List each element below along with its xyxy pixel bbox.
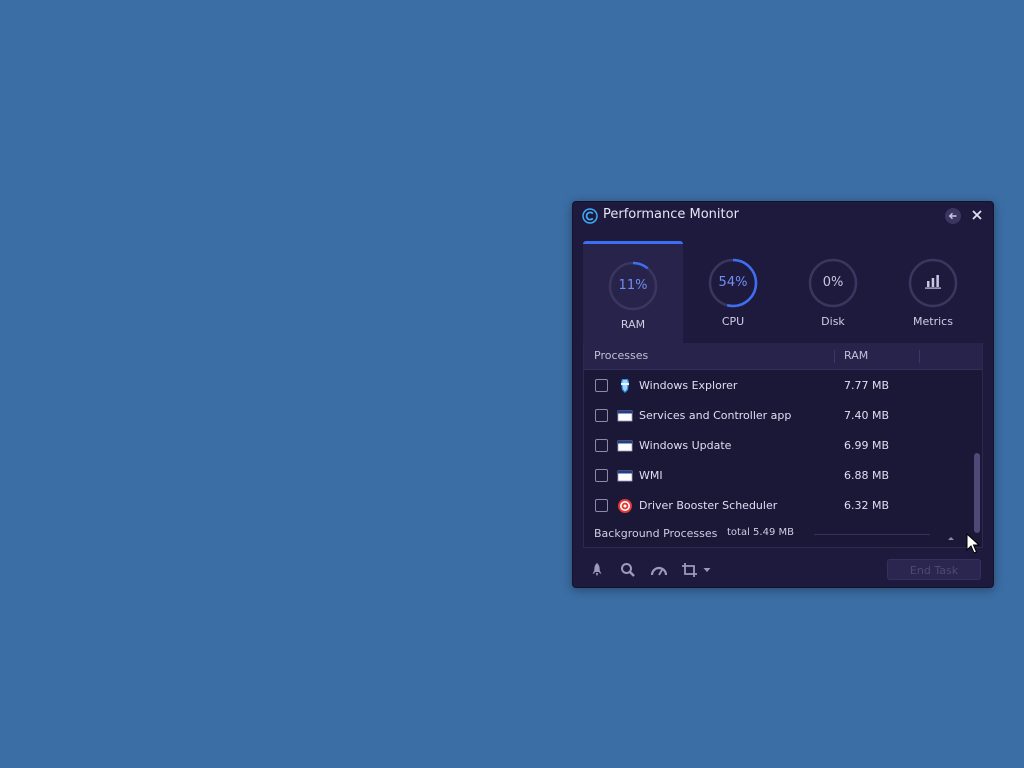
chevron-down-icon[interactable] [701,561,713,579]
process-ram: 6.88 MB [844,469,890,482]
desktop: Performance Monitor 11% RAM 54% CPU 0% D… [0,0,1024,768]
tab-metrics[interactable]: Metrics [883,241,983,343]
process-ram: 6.32 MB [844,499,890,512]
scrollbar-thumb[interactable] [974,453,980,533]
row-checkbox[interactable] [595,379,608,392]
process-ram: 7.77 MB [844,379,890,392]
bottom-toolbar: End Task [573,554,993,587]
end-task-button[interactable]: End Task [887,559,981,580]
close-icon[interactable] [969,207,985,223]
mouse-cursor-icon [966,533,980,554]
column-divider[interactable] [834,350,835,363]
collapse-arrow-icon[interactable] [946,528,956,540]
column-header-ram[interactable]: RAM [844,349,868,362]
tab-ram[interactable]: 11% RAM [583,241,683,343]
process-ram: 7.40 MB [844,409,890,422]
monitor-tabs: 11% RAM 54% CPU 0% Disk Metrics [583,241,983,343]
tab-cpu[interactable]: 54% CPU [683,241,783,343]
tab-disk-label: Disk [821,315,845,328]
column-header-processes[interactable]: Processes [594,349,648,362]
table-header: Processes RAM [584,343,982,370]
crop-icon[interactable] [681,561,699,579]
background-processes-total: total 5.49 MB [727,527,794,538]
disk-usage-value: 0% [822,275,844,290]
speedometer-icon[interactable] [650,561,668,579]
tab-ram-label: RAM [620,318,646,331]
process-name: Windows Update [639,439,732,452]
row-checkbox[interactable] [595,409,608,422]
background-processes-group[interactable]: Background Processes total 5.49 MB [584,521,974,547]
row-checkbox[interactable] [595,439,608,452]
window-title: Performance Monitor [603,207,739,222]
background-processes-label: Background Processes [594,527,718,540]
process-name: Driver Booster Scheduler [639,499,778,512]
ccleaner-logo-icon [582,208,598,224]
tab-metrics-label: Metrics [913,315,953,328]
column-divider[interactable] [919,350,920,363]
process-table: Processes RAM Windows Explorer 7.77 MB S… [583,343,983,548]
bar-chart-icon [923,272,943,294]
tab-disk[interactable]: 0% Disk [783,241,883,343]
title-bar: Performance Monitor [573,202,993,230]
app-window-icon [617,408,633,424]
cpu-usage-value: 54% [718,275,748,290]
row-checkbox[interactable] [595,499,608,512]
divider [814,534,930,535]
process-name: WMI [639,469,663,482]
rocket-icon[interactable] [588,561,606,579]
app-window-icon [617,438,633,454]
process-name: Windows Explorer [639,379,738,392]
process-ram: 6.99 MB [844,439,890,452]
table-row[interactable]: Services and Controller app 7.40 MB [584,401,974,431]
search-icon[interactable] [619,561,637,579]
table-row[interactable]: Windows Update 6.99 MB [584,431,974,461]
app-window-icon [617,468,633,484]
row-checkbox[interactable] [595,469,608,482]
driver-booster-icon [617,498,633,514]
performance-monitor-window: Performance Monitor 11% RAM 54% CPU 0% D… [572,201,994,588]
table-row[interactable]: Windows Explorer 7.77 MB [584,371,974,401]
table-row[interactable]: WMI 6.88 MB [584,461,974,491]
table-row[interactable]: Driver Booster Scheduler 6.32 MB [584,491,974,521]
process-name: Services and Controller app [639,409,792,422]
windows-explorer-icon [617,378,633,394]
back-arrow-icon[interactable] [945,208,961,224]
ram-usage-value: 11% [618,278,648,293]
tab-cpu-label: CPU [721,315,745,328]
